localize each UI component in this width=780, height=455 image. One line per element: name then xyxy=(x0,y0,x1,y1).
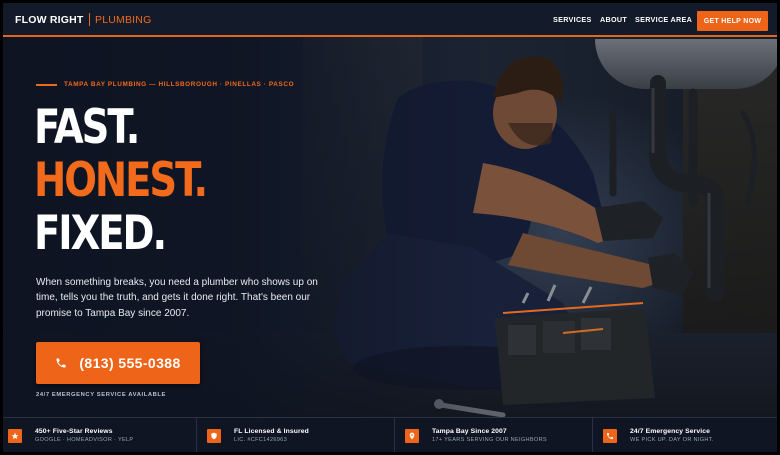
nav-link-service-area[interactable]: SERVICE AREA xyxy=(635,15,692,24)
trust-title: FL Licensed & Insured xyxy=(234,428,309,435)
trust-title: 24/7 Emergency Service xyxy=(630,428,711,435)
headline-line-2: HONEST. xyxy=(34,153,208,208)
trust-title: 450+ Five-Star Reviews xyxy=(35,428,113,435)
call-phone-button[interactable]: (813) 555-0388 xyxy=(36,342,200,384)
brand-name-primary: FLOW RIGHT xyxy=(15,13,84,26)
trust-subtitle: 17+ YEARS SERVING OUR NEIGHBORS xyxy=(432,437,547,443)
trust-bar: 450+ Five-Star Reviews GOOGLE · HOMEADVI… xyxy=(3,417,777,452)
trust-divider xyxy=(394,418,395,452)
phone-number: (813) 555-0388 xyxy=(79,355,181,371)
star-icon xyxy=(11,432,19,439)
logo-divider xyxy=(88,13,90,26)
site-header: FLOW RIGHT PLUMBING SERVICES ABOUT SERVI… xyxy=(3,3,777,37)
brand-name-secondary: PLUMBING xyxy=(95,13,152,26)
trust-item-reviews: 450+ Five-Star Reviews GOOGLE · HOMEADVI… xyxy=(8,418,133,452)
brand-logo[interactable]: FLOW RIGHT PLUMBING xyxy=(15,13,151,26)
trust-item-emergency: 24/7 Emergency Service WE PICK UP. DAY O… xyxy=(603,418,714,452)
trust-subtitle: GOOGLE · HOMEADVISOR · YELP xyxy=(35,437,134,443)
emergency-note: 24/7 EMERGENCY SERVICE AVAILABLE xyxy=(36,392,167,398)
eyebrow-text: TAMPA BAY PLUMBING — HILLSBOROUGH · PINE… xyxy=(64,81,295,88)
nav-link-about[interactable]: ABOUT xyxy=(600,15,627,24)
hero-eyebrow: TAMPA BAY PLUMBING — HILLSBOROUGH · PINE… xyxy=(36,81,294,88)
trust-subtitle: WE PICK UP. DAY OR NIGHT. xyxy=(630,437,714,443)
phone-icon xyxy=(56,358,66,368)
shield-icon xyxy=(211,432,217,439)
location-pin-icon xyxy=(409,432,415,439)
hero-description: When something breaks, you need a plumbe… xyxy=(36,277,318,319)
trust-divider xyxy=(196,418,197,452)
headline-line-1: FAST. xyxy=(34,100,140,155)
phone-icon xyxy=(607,432,613,439)
eyebrow-rule xyxy=(36,83,57,86)
get-help-now-button[interactable]: GET HELP NOW xyxy=(697,11,768,31)
trust-subtitle: LIC. #CFC1426963 xyxy=(234,437,287,443)
headline-line-3: FIXED. xyxy=(34,206,167,261)
trust-item-licensed: FL Licensed & Insured LIC. #CFC1426963 xyxy=(207,418,309,452)
trust-title: Tampa Bay Since 2007 xyxy=(432,428,507,435)
nav-link-services[interactable]: SERVICES xyxy=(553,15,592,24)
hero-page: FLOW RIGHT PLUMBING SERVICES ABOUT SERVI… xyxy=(3,3,777,452)
trust-item-since-2007: Tampa Bay Since 2007 17+ YEARS SERVING O… xyxy=(405,418,547,452)
trust-divider xyxy=(592,418,593,452)
